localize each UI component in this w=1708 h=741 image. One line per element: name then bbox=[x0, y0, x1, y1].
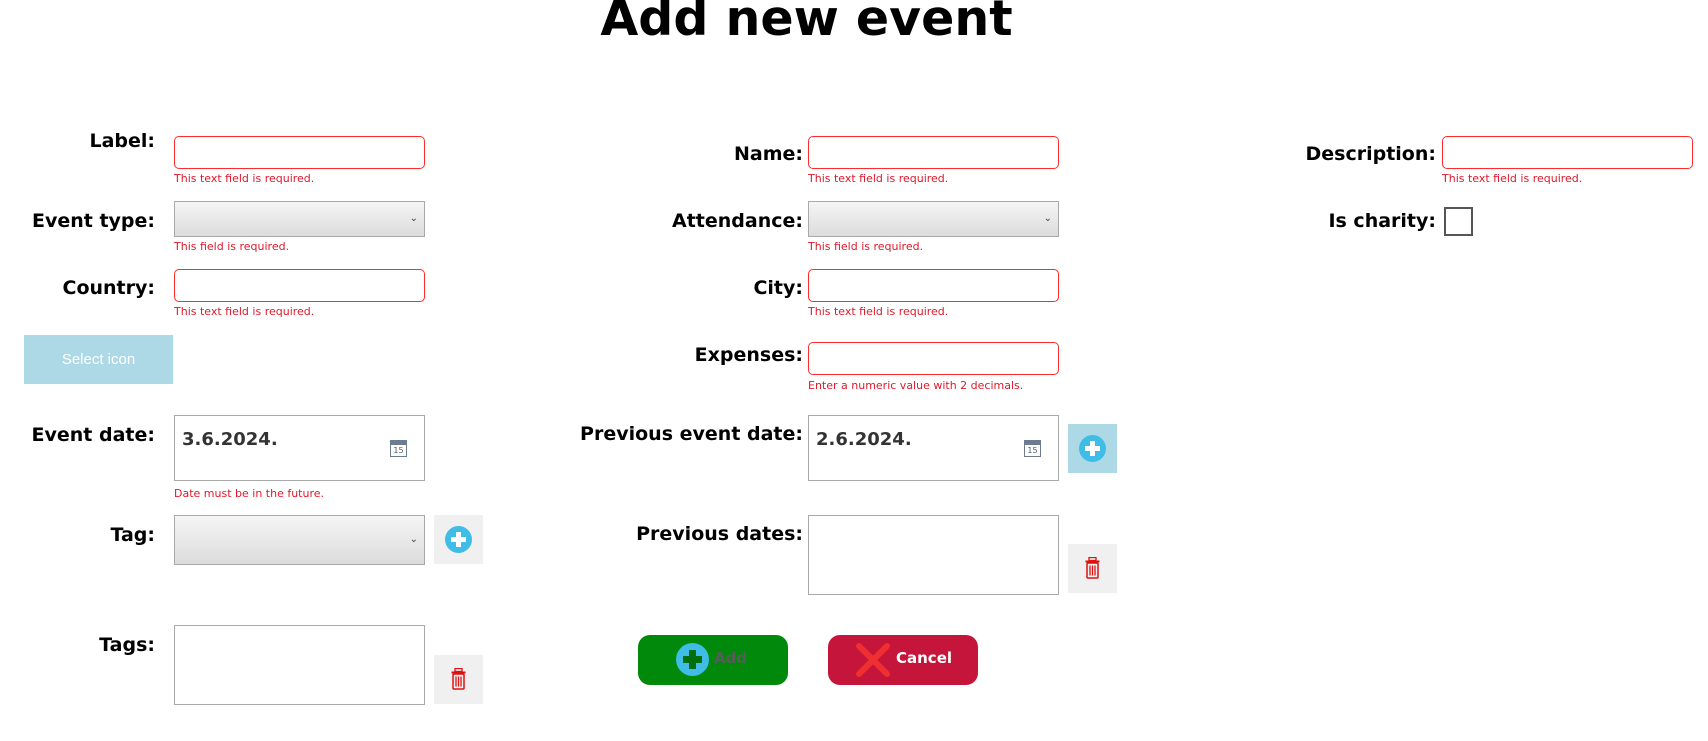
chevron-down-icon: ⌄ bbox=[1043, 212, 1052, 224]
event-date-error: Date must be in the future. bbox=[174, 487, 325, 500]
add-tag-button[interactable] bbox=[434, 515, 483, 564]
event-date-label: Event date: bbox=[31, 424, 155, 446]
select-icon-button[interactable]: Select icon bbox=[24, 335, 173, 384]
previous-dates-list[interactable] bbox=[808, 515, 1059, 595]
country-input[interactable] bbox=[174, 269, 425, 302]
name-input[interactable] bbox=[808, 136, 1059, 169]
attendance-error: This field is required. bbox=[808, 240, 924, 253]
chevron-down-icon: ⌄ bbox=[409, 212, 418, 224]
add-button[interactable]: Add bbox=[638, 635, 788, 685]
event-type-select[interactable]: ⌄ bbox=[174, 201, 425, 237]
tag-label: Tag: bbox=[110, 524, 155, 546]
label-input[interactable] bbox=[174, 136, 425, 169]
previous-event-date-label: Previous event date: bbox=[580, 423, 803, 445]
description-label: Description: bbox=[1305, 143, 1437, 165]
attendance-select[interactable]: ⌄ bbox=[808, 201, 1059, 237]
trash-icon bbox=[451, 668, 466, 690]
country-error: This text field is required. bbox=[174, 305, 315, 318]
name-error: This text field is required. bbox=[808, 172, 949, 185]
tags-list[interactable] bbox=[174, 625, 425, 705]
description-input[interactable] bbox=[1442, 136, 1693, 169]
is-charity-checkbox[interactable] bbox=[1444, 207, 1473, 236]
tag-select[interactable]: ⌄ bbox=[174, 515, 425, 565]
trash-icon bbox=[1085, 557, 1100, 579]
tags-label: Tags: bbox=[99, 634, 155, 656]
expenses-input[interactable] bbox=[808, 342, 1059, 375]
page-title: Add new event bbox=[600, 0, 1013, 47]
previous-event-date-picker[interactable]: 2.6.2024. 15 bbox=[808, 415, 1059, 481]
previous-event-date-value: 2.6.2024. bbox=[816, 429, 912, 450]
close-icon bbox=[856, 643, 890, 677]
plus-circle-icon bbox=[676, 643, 709, 676]
expenses-label: Expenses: bbox=[694, 344, 803, 366]
is-charity-label: Is charity: bbox=[1328, 210, 1436, 232]
country-label: Country: bbox=[62, 277, 156, 299]
delete-previous-date-button[interactable] bbox=[1068, 544, 1117, 593]
label-field-label: Label: bbox=[89, 130, 155, 152]
add-button-label: Add bbox=[714, 649, 748, 667]
event-date-picker[interactable]: 3.6.2024. 15 bbox=[174, 415, 425, 481]
event-type-label: Event type: bbox=[31, 210, 155, 232]
label-error: This text field is required. bbox=[174, 172, 315, 185]
chevron-down-icon: ⌄ bbox=[409, 533, 418, 545]
cancel-button[interactable]: Cancel bbox=[828, 635, 978, 685]
calendar-icon[interactable]: 15 bbox=[390, 440, 407, 457]
city-label: City: bbox=[753, 277, 803, 299]
cancel-button-label: Cancel bbox=[896, 649, 953, 667]
event-type-error: This field is required. bbox=[174, 240, 290, 253]
add-previous-date-button[interactable] bbox=[1068, 424, 1117, 473]
expenses-error: Enter a numeric value with 2 decimals. bbox=[808, 379, 1024, 392]
event-date-value: 3.6.2024. bbox=[182, 429, 278, 450]
city-error: This text field is required. bbox=[808, 305, 949, 318]
name-label: Name: bbox=[733, 143, 803, 165]
plus-circle-icon bbox=[445, 526, 472, 553]
delete-tag-button[interactable] bbox=[434, 655, 483, 704]
calendar-icon[interactable]: 15 bbox=[1024, 440, 1041, 457]
plus-circle-icon bbox=[1079, 435, 1106, 462]
city-input[interactable] bbox=[808, 269, 1059, 302]
previous-dates-label: Previous dates: bbox=[636, 523, 803, 545]
attendance-label: Attendance: bbox=[672, 210, 803, 232]
description-error: This text field is required. bbox=[1442, 172, 1583, 185]
